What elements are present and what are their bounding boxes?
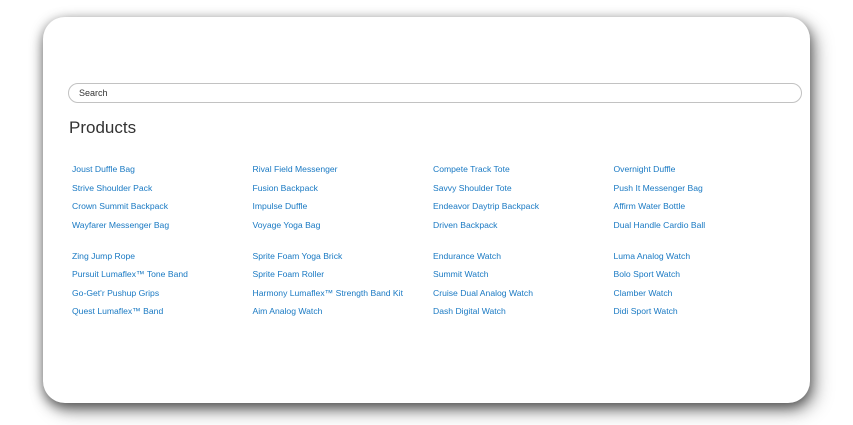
product-link[interactable]: Zing Jump Rope	[72, 250, 253, 262]
page: Products Joust Duffle Bag Strive Shoulde…	[0, 0, 853, 425]
product-link[interactable]: Cruise Dual Analog Watch	[433, 287, 614, 299]
product-link[interactable]: Bolo Sport Watch	[614, 268, 795, 280]
product-link[interactable]: Aim Analog Watch	[253, 305, 434, 317]
product-link[interactable]: Endurance Watch	[433, 250, 614, 262]
product-link[interactable]: Push It Messenger Bag	[614, 182, 795, 194]
product-link[interactable]: Clamber Watch	[614, 287, 795, 299]
product-link[interactable]: Dual Handle Cardio Ball	[614, 219, 795, 231]
product-link[interactable]: Rival Field Messenger	[253, 163, 434, 175]
product-link[interactable]: Fusion Backpack	[253, 182, 434, 194]
product-link[interactable]: Voyage Yoga Bag	[253, 219, 434, 231]
product-link[interactable]: Quest Lumaflex™ Band	[72, 305, 253, 317]
product-link[interactable]: Affirm Water Bottle	[614, 200, 795, 212]
product-link[interactable]: Sprite Foam Roller	[253, 268, 434, 280]
product-link[interactable]: Dash Digital Watch	[433, 305, 614, 317]
product-link[interactable]: Savvy Shoulder Tote	[433, 182, 614, 194]
product-link[interactable]: Luma Analog Watch	[614, 250, 795, 262]
product-link[interactable]: Wayfarer Messenger Bag	[72, 219, 253, 231]
product-link[interactable]: Sprite Foam Yoga Brick	[253, 250, 434, 262]
product-link[interactable]: Go-Get'r Pushup Grips	[72, 287, 253, 299]
search-input[interactable]	[68, 83, 802, 103]
product-link[interactable]: Strive Shoulder Pack	[72, 182, 253, 194]
product-link[interactable]: Summit Watch	[433, 268, 614, 280]
product-link[interactable]: Pursuit Lumaflex™ Tone Band	[72, 268, 253, 280]
page-title: Products	[69, 118, 137, 137]
product-link[interactable]: Crown Summit Backpack	[72, 200, 253, 212]
product-group: Joust Duffle Bag Strive Shoulder Pack Cr…	[72, 163, 792, 237]
product-link[interactable]: Impulse Duffle	[253, 200, 434, 212]
product-link[interactable]: Driven Backpack	[433, 219, 614, 231]
product-link[interactable]: Compete Track Tote	[433, 163, 614, 175]
product-link[interactable]: Overnight Duffle	[614, 163, 795, 175]
product-link[interactable]: Didi Sport Watch	[614, 305, 795, 317]
product-group: Zing Jump Rope Pursuit Lumaflex™ Tone Ba…	[72, 250, 792, 324]
product-link[interactable]: Endeavor Daytrip Backpack	[433, 200, 614, 212]
content-card: Products Joust Duffle Bag Strive Shoulde…	[43, 17, 810, 403]
product-link[interactable]: Harmony Lumaflex™ Strength Band Kit	[253, 287, 434, 299]
product-link-grid: Joust Duffle Bag Strive Shoulder Pack Cr…	[72, 163, 792, 324]
product-link[interactable]: Joust Duffle Bag	[72, 163, 253, 175]
